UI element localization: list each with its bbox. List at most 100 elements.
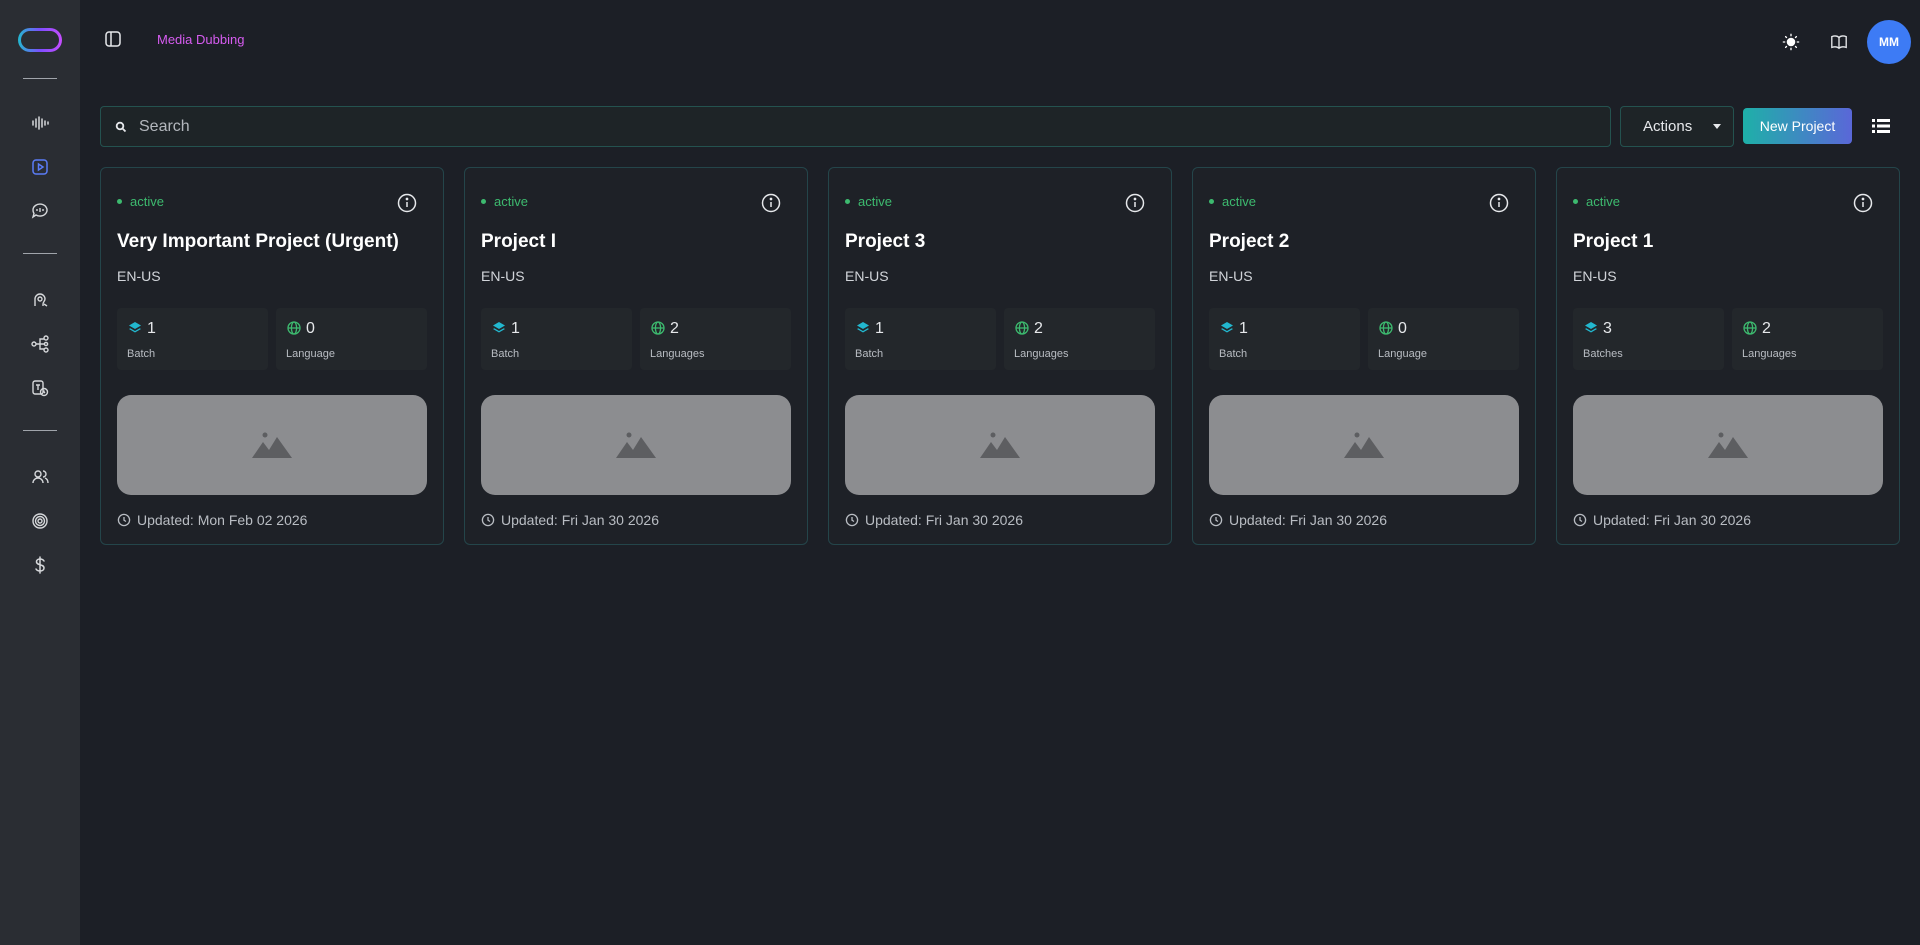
clock-icon: [1209, 513, 1223, 527]
status-label: active: [130, 194, 164, 209]
user-avatar[interactable]: MM: [1867, 20, 1911, 64]
project-thumbnail: [1209, 395, 1519, 495]
layers-icon: [857, 322, 869, 333]
app-logo[interactable]: [18, 28, 62, 52]
updated-text: Updated: Fri Jan 30 2026: [1593, 512, 1751, 528]
users-icon: [32, 470, 49, 484]
status-dot-icon: [117, 199, 122, 204]
status-badge: active: [1573, 194, 1620, 209]
sidebar-item-translate[interactable]: [18, 366, 62, 410]
language-stat: 0 Language: [1368, 308, 1519, 370]
sun-icon: [1782, 33, 1800, 51]
sidebar-item-fingerprint[interactable]: [18, 499, 62, 543]
project-title: Project 2: [1209, 231, 1290, 252]
project-card[interactable]: active Project 3 EN-US 1 Batch 2 Languag…: [828, 167, 1172, 545]
image-placeholder-icon: [252, 432, 292, 458]
sidebar-item-voice[interactable]: [18, 278, 62, 322]
language-stat: 0 Language: [276, 308, 427, 370]
batch-stat: 1 Batch: [117, 308, 268, 370]
layers-icon: [1221, 322, 1233, 333]
info-icon[interactable]: [760, 192, 782, 214]
dollar-icon: [35, 556, 45, 574]
batch-stat: 1 Batch: [481, 308, 632, 370]
status-dot-icon: [845, 199, 850, 204]
batch-count: 1: [875, 320, 884, 337]
actions-dropdown[interactable]: Actions: [1620, 106, 1734, 147]
project-title: Very Important Project (Urgent): [117, 231, 399, 252]
info-icon[interactable]: [396, 192, 418, 214]
project-card[interactable]: active Project I EN-US 1 Batch 2 Languag…: [464, 167, 808, 545]
status-label: active: [1222, 194, 1256, 209]
language-label: Language: [1378, 348, 1427, 360]
sidebar-divider: [23, 253, 57, 254]
language-count: 2: [1762, 320, 1771, 337]
image-placeholder-icon: [980, 432, 1020, 458]
status-badge: active: [117, 194, 164, 209]
project-card[interactable]: active Project 2 EN-US 1 Batch 0 Languag…: [1192, 167, 1536, 545]
sidebar-item-billing[interactable]: [18, 543, 62, 587]
language-label: Languages: [1742, 348, 1797, 360]
image-placeholder-icon: [616, 432, 656, 458]
batch-stat: 1 Batch: [845, 308, 996, 370]
actions-label: Actions: [1643, 118, 1693, 135]
list-view-icon[interactable]: [1870, 115, 1892, 137]
chevron-down-icon: [1713, 124, 1721, 129]
updated-timestamp: Updated: Fri Jan 30 2026: [481, 512, 659, 528]
status-label: active: [858, 194, 892, 209]
globe-icon: [1379, 321, 1393, 335]
project-language: EN-US: [1573, 268, 1617, 284]
sidebar-item-video[interactable]: [18, 145, 62, 189]
clock-icon: [1573, 513, 1587, 527]
project-title: Project 3: [845, 231, 926, 252]
info-icon[interactable]: [1488, 192, 1510, 214]
sidebar: [0, 0, 80, 945]
sidebar-item-users[interactable]: [18, 455, 62, 499]
speech-bubble-icon: [31, 203, 48, 219]
new-project-button[interactable]: New Project: [1743, 108, 1852, 144]
batch-count: 1: [1239, 320, 1248, 337]
globe-icon: [287, 321, 301, 335]
status-label: active: [494, 194, 528, 209]
language-stat: 2 Languages: [1732, 308, 1883, 370]
project-thumbnail: [845, 395, 1155, 495]
waveform-icon: [32, 116, 49, 130]
updated-text: Updated: Fri Jan 30 2026: [501, 512, 659, 528]
batch-label: Batch: [491, 348, 520, 360]
language-label: Language: [286, 348, 335, 360]
language-count: 2: [1034, 320, 1043, 337]
sidebar-item-speech[interactable]: [18, 189, 62, 233]
layers-icon: [1585, 322, 1597, 333]
globe-icon: [651, 321, 665, 335]
layers-icon: [493, 322, 505, 333]
project-card[interactable]: active Project 1 EN-US 3 Batches 2 Langu…: [1556, 167, 1900, 545]
status-badge: active: [845, 194, 892, 209]
language-count: 0: [306, 320, 315, 337]
status-dot-icon: [481, 199, 486, 204]
project-card[interactable]: active Very Important Project (Urgent) E…: [100, 167, 444, 545]
status-dot-icon: [1209, 199, 1214, 204]
language-stat: 2 Languages: [640, 308, 791, 370]
sidebar-item-workflow[interactable]: [18, 322, 62, 366]
project-thumbnail: [117, 395, 427, 495]
language-label: Languages: [1014, 348, 1069, 360]
search-bar[interactable]: [100, 106, 1611, 147]
book-open-icon: [1831, 35, 1847, 50]
status-label: active: [1586, 194, 1620, 209]
project-thumbnail: [481, 395, 791, 495]
language-count: 0: [1398, 320, 1407, 337]
search-input[interactable]: [139, 117, 1539, 136]
batch-label: Batch: [855, 348, 884, 360]
docs-button[interactable]: [1815, 22, 1863, 62]
updated-timestamp: Updated: Mon Feb 02 2026: [117, 512, 307, 528]
project-thumbnail: [1573, 395, 1883, 495]
theme-toggle-button[interactable]: [1767, 22, 1815, 62]
updated-timestamp: Updated: Fri Jan 30 2026: [1209, 512, 1387, 528]
status-badge: active: [481, 194, 528, 209]
info-icon[interactable]: [1124, 192, 1146, 214]
translate-file-icon: [32, 380, 49, 397]
globe-icon: [1015, 321, 1029, 335]
sidebar-item-waveform[interactable]: [18, 101, 62, 145]
project-title: Project I: [481, 231, 556, 252]
info-icon[interactable]: [1852, 192, 1874, 214]
sidebar-toggle-icon[interactable]: [102, 28, 124, 50]
